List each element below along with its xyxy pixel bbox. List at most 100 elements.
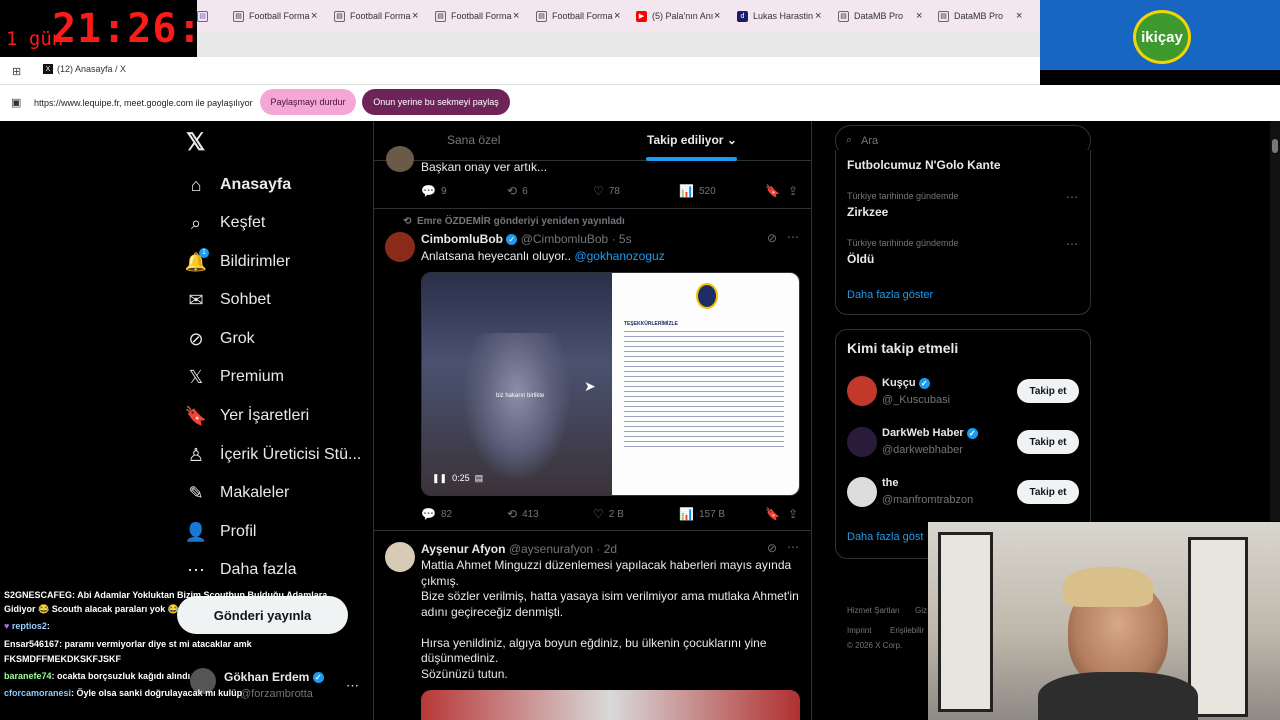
post-line: Sözünüzü tutun. <box>421 666 508 681</box>
footer-link[interactable]: Erişilebilir <box>890 626 924 635</box>
views-button[interactable]: 📊 157 B <box>679 507 725 521</box>
trend-name[interactable]: Futbolcumuz N'Golo Kante <box>847 158 1001 172</box>
share-button[interactable]: ⇪ <box>788 184 803 198</box>
browser-tab[interactable]: d Lukas Harastin × <box>737 6 821 26</box>
nav-item-1[interactable]: ⌕ Keşfet <box>186 208 265 238</box>
show-more-link[interactable]: Daha fazla göster <box>847 289 933 301</box>
footer-link[interactable]: Imprint <box>847 626 871 635</box>
repost-button[interactable]: ⟲ 6 <box>507 184 528 198</box>
close-tab-icon[interactable]: × <box>311 10 317 22</box>
scrollbar-thumb[interactable] <box>1272 139 1278 153</box>
more-icon[interactable]: ⋯ <box>1066 190 1078 204</box>
close-tab-icon[interactable]: × <box>614 10 620 22</box>
grok-icon[interactable]: ⊘ <box>767 231 777 245</box>
post-media[interactable]: biz hakarın birlikte ❚❚ 0:25 ▤ TEŞEKKÜRL… <box>421 272 800 496</box>
nav-item-5[interactable]: 𝕏 Premium <box>186 362 284 392</box>
browser-tab[interactable]: ▤ Football Forma × <box>233 6 317 26</box>
x-logo-icon[interactable]: 𝕏 <box>186 128 205 157</box>
browser-tab[interactable]: ▤ Football Forma × <box>334 6 418 26</box>
like-button[interactable]: ♡ 78 <box>593 184 620 198</box>
follow-button[interactable]: Takip et <box>1017 480 1079 504</box>
nav-item-0[interactable]: ⌂ Anasayfa <box>186 170 292 200</box>
suggestion-handle: @darkwebhaber <box>882 444 963 456</box>
nav-item-9[interactable]: 👤 Profil <box>185 517 257 547</box>
close-tab-icon[interactable]: × <box>1016 10 1022 22</box>
browser-tab[interactable]: ▤ DataMB Pro × <box>938 6 1022 26</box>
nav-item-8[interactable]: ✎ Makaleler <box>186 478 289 508</box>
post-author[interactable]: CimbomluBob ✓ @CimbomluBob · 5s <box>421 232 632 246</box>
avatar[interactable] <box>847 477 877 507</box>
views-button[interactable]: 📊 520 <box>679 184 716 198</box>
trend-name[interactable]: Öldü <box>847 252 874 266</box>
suggestion-name[interactable]: Kuşçu ✓ <box>882 377 930 389</box>
browser-tab[interactable]: ▤ Football Forma × <box>536 6 620 26</box>
repost-button[interactable]: ⟲ 413 <box>507 507 539 521</box>
statement-image[interactable]: TEŞEKKÜRLERİMİZLE <box>612 273 799 495</box>
avatar[interactable] <box>385 542 415 572</box>
chat-badge-icon: ♥ <box>4 621 10 631</box>
nav-item-3[interactable]: ✉ Sohbet <box>186 285 270 315</box>
verified-badge-icon: ✓ <box>966 427 978 439</box>
post-author[interactable]: Ayşenur Afyon @aysenurafyon · 2d <box>421 542 617 556</box>
trend-name[interactable]: Zirkzee <box>847 205 888 219</box>
more-icon[interactable]: ⋯ <box>787 540 799 554</box>
post-button[interactable]: Gönderi yayınla <box>177 596 348 634</box>
more-icon[interactable]: ⋯ <box>1066 237 1078 251</box>
nav-item-4[interactable]: ⊘ Grok <box>186 324 254 354</box>
footer-link[interactable]: Hizmet Şartları <box>847 606 900 615</box>
nav-item-7[interactable]: ♙ İçerik Üreticisi Stü... <box>186 440 361 470</box>
suggestion-name[interactable]: DarkWeb Haber ✓ <box>882 427 978 439</box>
share-button[interactable]: ⇪ <box>788 507 803 521</box>
browser-tab[interactable]: ▤ <box>197 6 213 26</box>
timer-clock: 21:26:55 <box>52 6 197 52</box>
bookmark-button[interactable]: 🔖 <box>765 507 785 521</box>
show-more-link[interactable]: Daha fazla göst <box>847 531 923 543</box>
apps-grid-icon[interactable]: ⊞ <box>12 65 21 78</box>
tab-for-you[interactable]: Sana özel <box>447 133 500 147</box>
avatar[interactable] <box>385 232 415 262</box>
close-tab-icon[interactable]: × <box>714 10 720 22</box>
reply-button[interactable]: 💬 9 <box>421 184 447 198</box>
footer-link[interactable]: Giz <box>915 606 927 615</box>
grok-icon[interactable]: ⊘ <box>767 541 777 555</box>
nav-item-10[interactable]: ⋯ Daha fazla <box>186 555 297 585</box>
post-media[interactable] <box>421 690 800 720</box>
heart-icon: ♡ <box>593 184 604 198</box>
search-placeholder[interactable]: Ara <box>861 135 878 147</box>
account-menu-icon[interactable]: ⋯ <box>346 678 359 694</box>
avatar[interactable] <box>847 376 877 406</box>
scrollbar[interactable] <box>1270 121 1280 521</box>
browser-tab[interactable]: ▤ DataMB Pro × <box>838 6 922 26</box>
nav-item-6[interactable]: 🔖 Yer İşaretleri <box>185 401 309 431</box>
avatar[interactable] <box>847 427 877 457</box>
suggestion-name[interactable]: the <box>882 477 899 489</box>
close-tab-icon[interactable]: × <box>513 10 519 22</box>
tab-following[interactable]: Takip ediliyor ⌄ <box>647 133 737 147</box>
share-this-tab-button[interactable]: Onun yerine bu sekmeyi paylaş <box>362 89 510 115</box>
account-name[interactable]: Gökhan Erdem ✓ <box>224 670 324 684</box>
nav-label: Keşfet <box>220 214 266 231</box>
browser-tab[interactable]: ▶ (5) Pala'nın Anı × <box>636 6 720 26</box>
mention-link[interactable]: @gokhanozoguz <box>574 249 664 263</box>
reply-button[interactable]: 💬 82 <box>421 507 452 521</box>
bookmark-button[interactable]: 🔖 <box>765 184 785 198</box>
close-tab-icon[interactable]: × <box>916 10 922 22</box>
close-tab-icon[interactable]: × <box>815 10 821 22</box>
pause-icon[interactable]: ❚❚ <box>432 473 447 483</box>
tab-label: DataMB Pro <box>854 11 904 21</box>
captions-icon[interactable]: ▤ <box>475 473 484 483</box>
youtube-icon: ▶ <box>636 10 647 22</box>
repost-indicator[interactable]: ⟲ Emre ÖZDEMİR gönderiyi yeniden yayınla… <box>403 216 625 227</box>
stop-sharing-button[interactable]: Paylaşmayı durdur <box>260 89 356 115</box>
browser-tab[interactable]: ▤ Football Forma × <box>435 6 519 26</box>
close-tab-icon[interactable]: × <box>412 10 418 22</box>
follow-button[interactable]: Takip et <box>1017 379 1079 403</box>
more-circle-icon: ⋯ <box>187 559 205 580</box>
avatar[interactable] <box>386 146 414 172</box>
active-tab-pill[interactable]: X (12) Anasayfa / X <box>43 64 126 74</box>
like-button[interactable]: ♡ 2 B <box>593 507 624 521</box>
tab-label: DataMB Pro <box>954 11 1004 21</box>
follow-button[interactable]: Takip et <box>1017 430 1079 454</box>
more-icon[interactable]: ⋯ <box>787 230 799 244</box>
video-controls[interactable]: ❚❚ 0:25 ▤ <box>432 473 483 484</box>
